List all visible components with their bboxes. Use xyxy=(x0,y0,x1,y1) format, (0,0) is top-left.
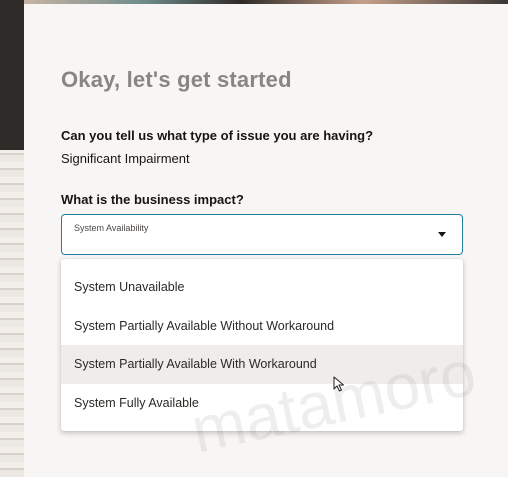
issue-type-question: Can you tell us what type of issue you a… xyxy=(61,128,374,143)
business-impact-question: What is the business impact? xyxy=(61,192,244,207)
business-impact-select-value: System Availability xyxy=(74,223,149,233)
option-system-fully-available[interactable]: System Fully Available xyxy=(61,384,463,423)
page-title: Okay, let's get started xyxy=(61,67,292,92)
background-dark-strip xyxy=(0,0,24,150)
mouse-pointer-icon xyxy=(333,376,344,392)
issue-type-answer: Significant Impairment xyxy=(61,151,190,166)
option-partially-available-with-workaround[interactable]: System Partially Available With Workarou… xyxy=(61,345,463,384)
business-impact-listbox: System Unavailable System Partially Avai… xyxy=(61,259,463,431)
option-system-unavailable[interactable]: System Unavailable xyxy=(61,268,463,307)
option-partially-available-without-workaround[interactable]: System Partially Available Without Worka… xyxy=(61,307,463,346)
background-textured-strip xyxy=(0,150,24,477)
chevron-down-icon[interactable] xyxy=(438,232,446,237)
business-impact-select[interactable]: System Availability xyxy=(61,214,463,255)
